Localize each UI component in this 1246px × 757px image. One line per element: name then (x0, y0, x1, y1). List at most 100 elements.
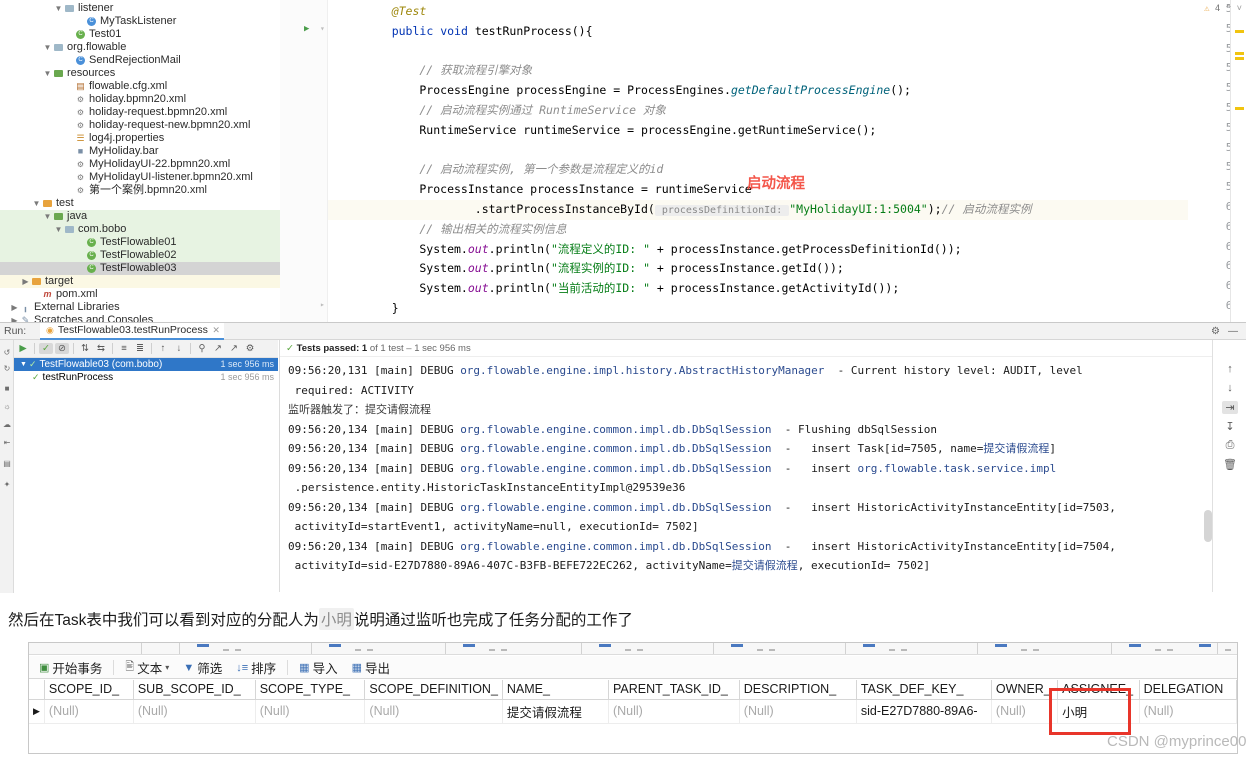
tree-node[interactable]: ▶ target (0, 275, 280, 288)
chevron-right-icon[interactable]: ▶ (10, 301, 19, 314)
open-icon[interactable]: ↗ (227, 343, 241, 354)
column-header-SCOPE_ID_[interactable]: SCOPE_ID_ (44, 680, 134, 700)
tree-node[interactable]: ☰ log4j.properties (0, 132, 280, 145)
grid-toolbar-筛选[interactable]: ▼ 筛选 (177, 658, 228, 677)
scroll-down-icon[interactable]: ↓ (1222, 382, 1238, 394)
table-cell-SUB_SCOPE_ID_[interactable]: (Null) (133, 699, 256, 724)
console-output[interactable]: 09:56:20,131 [main] DEBUG org.flowable.e… (280, 357, 1212, 592)
tree-node[interactable]: ⚙ MyHolidayUI-22.bpmn20.xml (0, 158, 280, 171)
table-cell-SCOPE_TYPE_[interactable]: (Null) (255, 699, 366, 724)
console-icon[interactable]: ▤ (2, 459, 12, 468)
column-header-SCOPE_DEFINITION_[interactable]: SCOPE_DEFINITION_ (364, 680, 503, 700)
tree-node[interactable]: ▼ resources (0, 67, 280, 80)
next-problem-icon[interactable]: ˅ (1237, 4, 1242, 14)
console-side-toolbar[interactable]: ↑ ↓ ⇥ ↧ ⎙ 🗑 (1212, 340, 1246, 592)
thread-dump-icon[interactable]: ☁ (2, 420, 12, 429)
project-tree[interactable]: ▼ listener C MyTaskListener C Test01 ▼ org.flow… (0, 0, 280, 322)
tree-node[interactable]: ⚙ holiday.bpmn20.xml (0, 93, 280, 106)
console-scrollbar[interactable] (1204, 510, 1212, 542)
chevron-down-icon[interactable]: ▼ (43, 67, 52, 80)
tree-node[interactable]: ■ MyHoliday.bar (0, 145, 280, 158)
table-cell-DESCRIPTION_[interactable]: (Null) (739, 699, 857, 724)
table-cell-PARENT_TASK_ID_[interactable]: (Null) (608, 699, 740, 724)
tree-node[interactable]: ▤ flowable.cfg.xml (0, 80, 280, 93)
rerun-failed-icon[interactable]: ↻ (2, 364, 12, 373)
pin-icon[interactable]: ✦ (2, 480, 12, 489)
show-passed-icon[interactable]: ✓ (39, 343, 53, 354)
tree-node[interactable]: C TestFlowable02 (0, 249, 280, 262)
chevron-down-icon[interactable]: ▼ (54, 223, 63, 236)
editor-gutter[interactable] (280, 0, 328, 322)
table-row[interactable]: ▶ (Null) (Null) (Null) (Null) 提交请假流程 (Null) (Nu… (29, 699, 1237, 724)
inspection-warning-marker[interactable] (1235, 52, 1244, 55)
tree-node[interactable]: C SendRejectionMail (0, 54, 280, 67)
run-test-gutter-icon[interactable]: ▶ (304, 24, 309, 34)
chevron-down-icon[interactable]: ▼ (54, 2, 63, 15)
gear-icon[interactable]: ⚙ (1211, 326, 1220, 337)
table-cell-DELEGATION[interactable]: (Null) (1139, 699, 1237, 724)
tree-node[interactable]: ▶ ✎ Scratches and Consoles (0, 314, 280, 322)
grid-toolbar-文本[interactable]: 🖹 文本 ▾ (119, 658, 175, 677)
tree-node[interactable]: ▶ ╻ External Libraries (0, 301, 280, 314)
grid-toolbar-排序[interactable]: ↓≡ 排序 (230, 658, 282, 677)
tree-node[interactable]: m pom.xml (0, 288, 280, 301)
column-header-TASK_DEF_KEY_[interactable]: TASK_DEF_KEY_ (856, 680, 992, 700)
mute-icon[interactable]: ⊘ (55, 343, 69, 354)
filter-icon[interactable]: ⚲ (195, 343, 209, 354)
table-body[interactable]: ▶ (Null) (Null) (Null) (Null) 提交请假流程 (Null) (Nu… (29, 699, 1237, 724)
soft-wrap-icon[interactable]: ⇥ (1222, 401, 1238, 414)
tree-node[interactable]: ⚙ 第一个案例.bpmn20.xml (0, 184, 280, 197)
close-icon[interactable]: ✕ (212, 322, 220, 339)
chevron-down-icon[interactable]: ▼ (32, 197, 41, 210)
result-table[interactable]: SCOPE_ID_ SUB_SCOPE_ID_ SCOPE_TYPE_ SCOPE_D… (29, 680, 1237, 724)
scroll-to-end-icon[interactable]: ↧ (1222, 420, 1238, 433)
column-header-NAME_[interactable]: NAME_ (502, 680, 609, 700)
export-icon[interactable]: ↗ (211, 343, 225, 354)
chevron-down-icon[interactable]: ▼ (43, 41, 52, 54)
tree-node[interactable]: ▼ org.flowable (0, 41, 280, 54)
minimize-icon[interactable]: — (1228, 326, 1238, 337)
table-cell-TASK_DEF_KEY_[interactable]: sid-E27D7880-89A6- (856, 699, 992, 724)
test-result-tree[interactable]: ▼ ✓ TestFlowable03 (com.bobo) 1 sec 956 ms ✓… (14, 358, 278, 593)
run-left-strip[interactable]: ↺ ↻ ■ ☼ ☁ ⇤ ▤ ✦ (0, 340, 14, 593)
camera-icon[interactable]: ☼ (2, 402, 12, 411)
rerun-icon[interactable]: ▶ (16, 343, 30, 354)
grid-toolbar-导出[interactable]: ▦ 导出 (346, 658, 396, 677)
tree-node[interactable]: C TestFlowable01 (0, 236, 280, 249)
inspection-summary[interactable]: ⚠ 4 ^ ˅ (1204, 4, 1242, 14)
code-editor[interactable]: 50515253545556575859606162636465 ▶ ▾ ▸ @… (280, 0, 1246, 322)
sort-duration-icon[interactable]: ⇆ (94, 343, 108, 354)
inspection-warning-marker[interactable] (1235, 30, 1244, 33)
chevron-down-icon[interactable]: ▼ (20, 358, 27, 371)
tree-node[interactable]: ⚙ MyHolidayUI-listener.bpmn20.xml (0, 171, 280, 184)
column-header-DELEGATION[interactable]: DELEGATION (1139, 680, 1237, 700)
print-icon[interactable]: ⎙ (1222, 439, 1238, 452)
column-header-DESCRIPTION_[interactable]: DESCRIPTION_ (739, 680, 857, 700)
collapse-all-icon[interactable]: ≣ (133, 343, 147, 354)
grid-toolbar[interactable]: ▣ 开始事务 🖹 文本 ▾ ▼ 筛选 ↓≡ 排序 ▦ 导入 ▦ 导出 (29, 656, 1237, 679)
chevron-down-icon[interactable]: ▼ (43, 210, 52, 223)
inspection-gutter[interactable] (1230, 0, 1246, 322)
tree-node[interactable]: ⚙ holiday-request-new.bpmn20.xml (0, 119, 280, 132)
expand-all-icon[interactable]: ≡ (117, 343, 131, 354)
chevron-right-icon[interactable]: ▶ (21, 275, 30, 288)
column-header-OWNER_[interactable]: OWNER_ (991, 680, 1059, 700)
scroll-up-icon[interactable]: ↑ (1222, 363, 1238, 375)
restore-layout-icon[interactable]: ⇤ (2, 438, 12, 447)
grid-toolbar-导入[interactable]: ▦ 导入 (293, 658, 343, 677)
test-result-row[interactable]: ✓ testRunProcess 1 sec 956 ms (14, 371, 278, 384)
grid-toolbar-开始事务[interactable]: ▣ 开始事务 (33, 658, 108, 677)
next-icon[interactable]: ↓ (172, 343, 186, 354)
rerun-icon[interactable]: ↺ (2, 348, 12, 357)
trash-icon[interactable]: 🗑 (1222, 458, 1238, 471)
inspection-warning-marker[interactable] (1235, 57, 1244, 60)
column-header-ASSIGNEE_[interactable]: ASSIGNEE_ (1057, 680, 1140, 700)
sort-alpha-icon[interactable]: ⇅ (78, 343, 92, 354)
table-cell-SCOPE_DEFINITION_[interactable]: (Null) (364, 699, 503, 724)
tree-node[interactable]: C MyTaskListener (0, 15, 280, 28)
tree-node[interactable]: ⚙ holiday-request.bpmn20.xml (0, 106, 280, 119)
run-tab[interactable]: ◉ TestFlowable03.testRunProcess ✕ (40, 323, 224, 340)
tree-node[interactable]: ▼ listener (0, 2, 280, 15)
tree-node[interactable]: ▼ com.bobo (0, 223, 280, 236)
column-header-SCOPE_TYPE_[interactable]: SCOPE_TYPE_ (255, 680, 366, 700)
